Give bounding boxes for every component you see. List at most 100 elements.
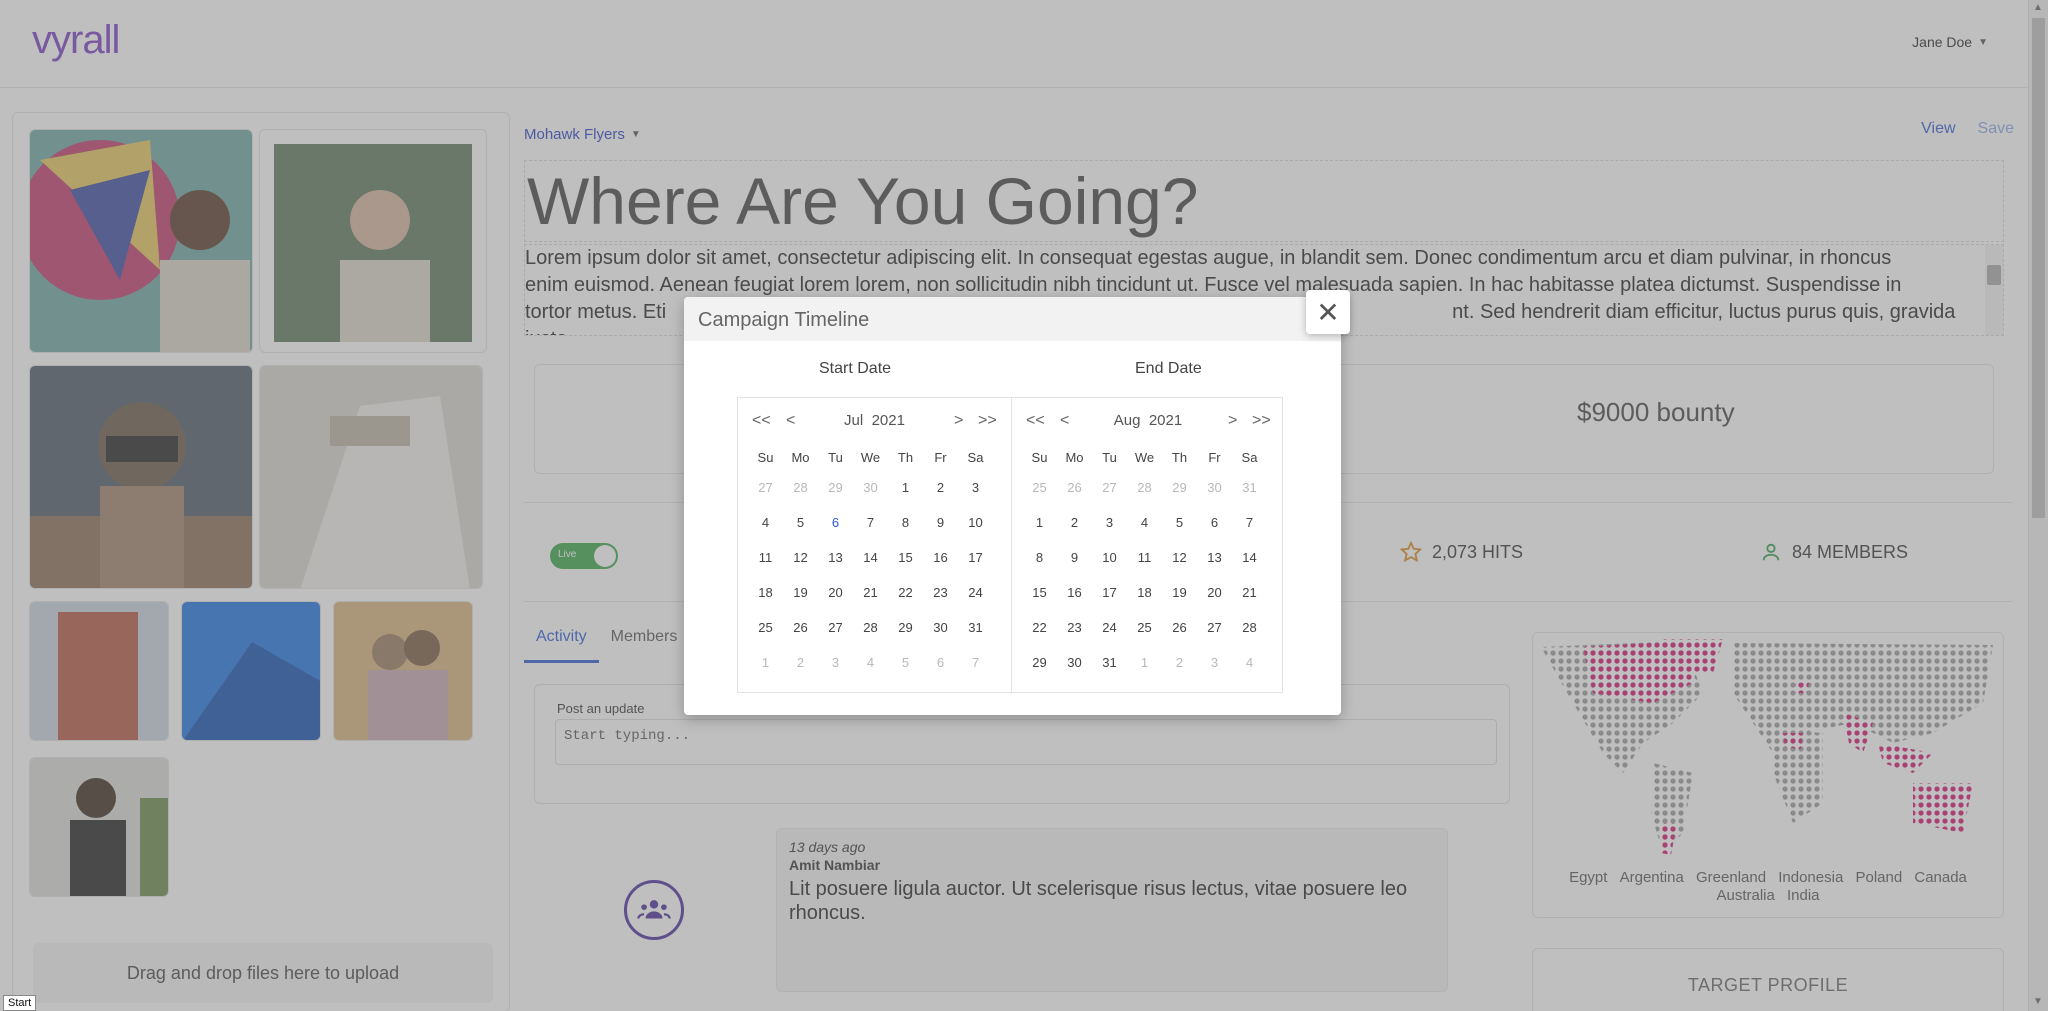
- calendar-day[interactable]: 26: [1057, 480, 1092, 495]
- calendar-day[interactable]: 2: [1057, 515, 1092, 530]
- calendar-day[interactable]: 28: [783, 480, 818, 495]
- calendar-day[interactable]: 7: [853, 515, 888, 530]
- calendar-day[interactable]: 9: [1057, 550, 1092, 565]
- calendar-day[interactable]: 5: [1162, 515, 1197, 530]
- calendar-day[interactable]: 26: [1162, 620, 1197, 635]
- calendar-day[interactable]: 4: [748, 515, 783, 530]
- calendar-day[interactable]: 30: [923, 620, 958, 635]
- calendar-day[interactable]: 2: [1162, 655, 1197, 670]
- calendar-day[interactable]: 3: [958, 480, 993, 495]
- calendar-day[interactable]: 15: [1022, 585, 1057, 600]
- calendar-day[interactable]: 18: [748, 585, 783, 600]
- calendar-day[interactable]: 12: [1162, 550, 1197, 565]
- calendar-day[interactable]: 13: [818, 550, 853, 565]
- calendar-day[interactable]: 3: [818, 655, 853, 670]
- calendar-day[interactable]: 8: [888, 515, 923, 530]
- calendar-day[interactable]: 19: [783, 585, 818, 600]
- calendar-day[interactable]: 18: [1127, 585, 1162, 600]
- calendar-day[interactable]: 29: [888, 620, 923, 635]
- calendar-day[interactable]: 6: [818, 515, 853, 530]
- calendar-day[interactable]: 21: [853, 585, 888, 600]
- calendar-day[interactable]: 2: [923, 480, 958, 495]
- calendar-day[interactable]: 1: [1127, 655, 1162, 670]
- calendar-day[interactable]: 4: [1127, 515, 1162, 530]
- calendar-day[interactable]: 16: [923, 550, 958, 565]
- next-month-button[interactable]: >: [954, 412, 963, 430]
- calendar-day[interactable]: 9: [923, 515, 958, 530]
- calendar-day[interactable]: 13: [1197, 550, 1232, 565]
- calendar-day[interactable]: 27: [818, 620, 853, 635]
- modal-close-button[interactable]: ✕: [1306, 290, 1350, 334]
- calendar-day[interactable]: 19: [1162, 585, 1197, 600]
- calendar-day[interactable]: 20: [818, 585, 853, 600]
- calendar-day[interactable]: 5: [888, 655, 923, 670]
- calendar-day[interactable]: 1: [1022, 515, 1057, 530]
- calendar-day[interactable]: 25: [1127, 620, 1162, 635]
- year-label: 2021: [1148, 412, 1183, 429]
- calendar-day[interactable]: 10: [1092, 550, 1127, 565]
- calendar-day[interactable]: 26: [783, 620, 818, 635]
- calendar-day[interactable]: 14: [853, 550, 888, 565]
- calendar-day[interactable]: 23: [923, 585, 958, 600]
- calendar-day[interactable]: 27: [1197, 620, 1232, 635]
- weekday-label: Th: [1171, 449, 1188, 465]
- calendar-day[interactable]: 29: [1022, 655, 1057, 670]
- calendar-day[interactable]: 10: [958, 515, 993, 530]
- calendar-day[interactable]: 24: [958, 585, 993, 600]
- modal-title: Campaign Timeline: [698, 309, 870, 331]
- calendar-day[interactable]: 17: [1092, 585, 1127, 600]
- end-calendar: << < Aug 2021 > >> Su Mo Tu We Th Fr Sa 25 26 27 2…: [1011, 398, 1284, 694]
- calendar-day[interactable]: 6: [923, 655, 958, 670]
- calendar-day[interactable]: 1: [888, 480, 923, 495]
- calendar-day[interactable]: 22: [888, 585, 923, 600]
- weekday-label: Fr: [1208, 449, 1221, 465]
- calendar-day[interactable]: 24: [1092, 620, 1127, 635]
- calendar-day[interactable]: 31: [1092, 655, 1127, 670]
- calendar-day[interactable]: 25: [748, 620, 783, 635]
- calendar-day[interactable]: 29: [818, 480, 853, 495]
- next-year-button[interactable]: >>: [1252, 412, 1271, 430]
- calendar-day[interactable]: 5: [783, 515, 818, 530]
- calendar-day[interactable]: 23: [1057, 620, 1092, 635]
- start-calendar: << < Jul 2021 > >> Su Mo Tu We Th Fr Sa 27 28 29 3…: [738, 398, 1011, 694]
- calendar-day[interactable]: 31: [1232, 480, 1267, 495]
- month-year-label[interactable]: Aug 2021: [1012, 412, 1284, 429]
- calendar-day[interactable]: 4: [853, 655, 888, 670]
- calendar-day[interactable]: 30: [1057, 655, 1092, 670]
- calendar-day[interactable]: 3: [1197, 655, 1232, 670]
- weekday-label: Su: [1031, 449, 1048, 465]
- calendar-day[interactable]: 27: [1092, 480, 1127, 495]
- calendar-day[interactable]: 28: [1127, 480, 1162, 495]
- calendar-day[interactable]: 8: [1022, 550, 1057, 565]
- calendar-day[interactable]: 28: [1232, 620, 1267, 635]
- calendar-day[interactable]: 16: [1057, 585, 1092, 600]
- weekday-label: Th: [897, 449, 914, 465]
- weekday-label: Fr: [934, 449, 947, 465]
- calendar-day[interactable]: 25: [1022, 480, 1057, 495]
- calendar-day[interactable]: 14: [1232, 550, 1267, 565]
- calendar-day[interactable]: 6: [1197, 515, 1232, 530]
- calendar-day[interactable]: 11: [748, 550, 783, 565]
- calendar-day[interactable]: 7: [958, 655, 993, 670]
- month-year-label[interactable]: Jul 2021: [738, 412, 1011, 429]
- calendar-day[interactable]: 31: [958, 620, 993, 635]
- calendar-day[interactable]: 1: [748, 655, 783, 670]
- calendar-day[interactable]: 12: [783, 550, 818, 565]
- calendar-day[interactable]: 22: [1022, 620, 1057, 635]
- calendar-day[interactable]: 2: [783, 655, 818, 670]
- calendar-day[interactable]: 30: [1197, 480, 1232, 495]
- calendar-day[interactable]: 29: [1162, 480, 1197, 495]
- calendar-day[interactable]: 27: [748, 480, 783, 495]
- calendar-day[interactable]: 15: [888, 550, 923, 565]
- calendar-day[interactable]: 7: [1232, 515, 1267, 530]
- next-month-button[interactable]: >: [1228, 412, 1237, 430]
- calendar-day[interactable]: 11: [1127, 550, 1162, 565]
- calendar-day[interactable]: 17: [958, 550, 993, 565]
- calendar-day[interactable]: 28: [853, 620, 888, 635]
- next-year-button[interactable]: >>: [978, 412, 997, 430]
- calendar-day[interactable]: 30: [853, 480, 888, 495]
- calendar-day[interactable]: 3: [1092, 515, 1127, 530]
- calendar-day[interactable]: 4: [1232, 655, 1267, 670]
- calendar-day[interactable]: 20: [1197, 585, 1232, 600]
- calendar-day[interactable]: 21: [1232, 585, 1267, 600]
